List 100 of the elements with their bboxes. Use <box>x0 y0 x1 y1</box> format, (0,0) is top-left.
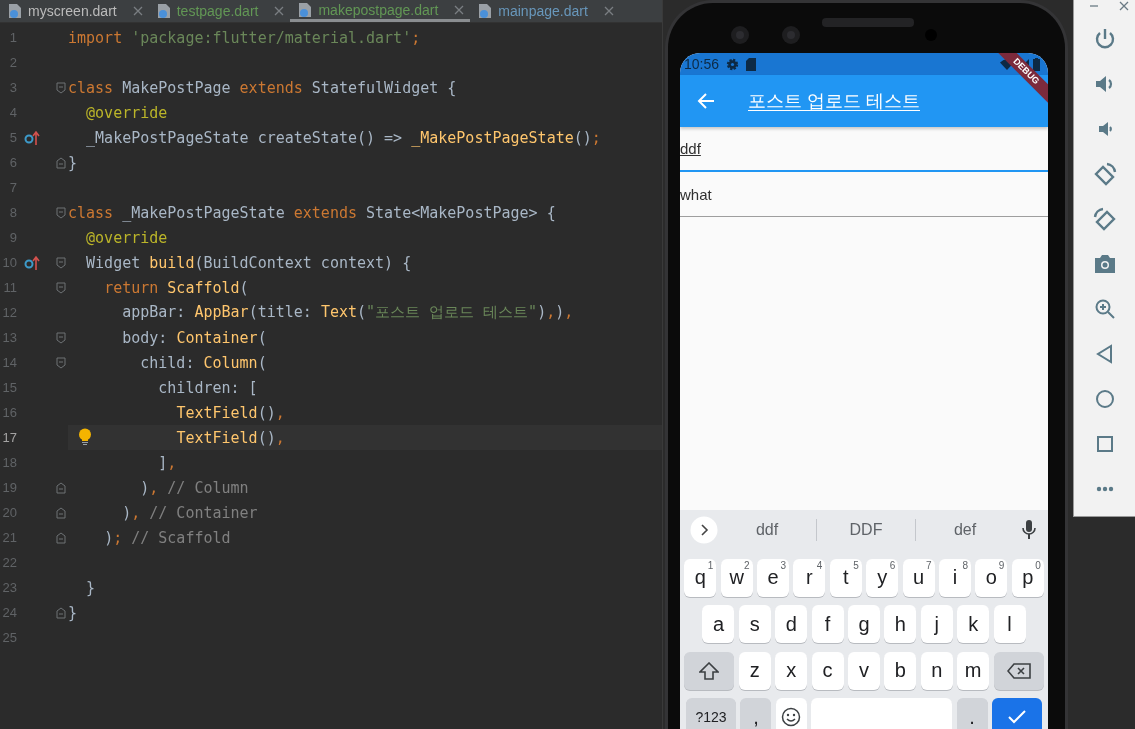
key-hint: 9 <box>998 559 1005 571</box>
keyboard-key[interactable]: t 5 <box>829 558 862 597</box>
code-line: Widget build(BuildContext context) { <box>86 253 412 272</box>
keyboard-key[interactable] <box>684 651 735 690</box>
code-line: return Scaffold( <box>104 278 249 297</box>
keyboard-key[interactable]: a <box>702 605 735 643</box>
microphone-icon[interactable] <box>1022 520 1036 540</box>
line-number: 5 <box>8 130 17 145</box>
keyboard-key[interactable]: f <box>811 605 844 643</box>
gear-icon <box>726 57 740 71</box>
rotate-right-icon[interactable] <box>1092 207 1117 231</box>
code-line: _MakePostPageState createState() => _MakePostPageState(); <box>86 128 601 147</box>
line-number: 7 <box>8 180 17 195</box>
keyboard-key[interactable]: d <box>775 605 808 643</box>
keyboard-key[interactable]: n <box>920 651 953 690</box>
code-line: } <box>86 578 96 597</box>
editor-tab[interactable]: myscreen.dart <box>0 0 149 22</box>
dart-file-icon <box>478 3 493 19</box>
line-number: 23 <box>1 580 17 595</box>
line-number: 22 <box>1 555 17 570</box>
keyboard-key[interactable]: s <box>738 605 771 643</box>
keyboard-key[interactable]: j <box>920 605 953 643</box>
keyboard-key[interactable]: r 4 <box>793 558 826 597</box>
close-icon[interactable] <box>603 6 614 16</box>
keyboard-key[interactable]: c <box>811 651 844 690</box>
keyboard-key[interactable]: . <box>956 698 988 729</box>
key-hint: 8 <box>962 559 968 571</box>
line-number: 10 <box>1 255 17 270</box>
line-number: 21 <box>1 530 17 545</box>
keyboard-key[interactable]: g <box>848 605 880 643</box>
keyboard-key[interactable]: l <box>993 605 1026 643</box>
keyboard-key[interactable]: x <box>775 651 808 690</box>
backspace-icon <box>1006 662 1031 679</box>
suggestion[interactable]: def <box>953 521 977 538</box>
code-line: import 'package:flutter/material.dart'; <box>68 28 421 47</box>
dart-file-icon <box>156 3 171 19</box>
line-number: 6 <box>8 155 17 170</box>
shift-icon <box>699 661 720 680</box>
line-number: 15 <box>1 380 17 395</box>
dart-file-icon <box>8 3 22 19</box>
keyboard-key[interactable]: m <box>957 651 990 690</box>
close-icon[interactable] <box>1118 1 1129 11</box>
keyboard-key[interactable]: v <box>848 651 880 690</box>
line-number: 4 <box>8 105 17 120</box>
line-number: 8 <box>8 205 17 220</box>
keyboard-key[interactable]: ?123 <box>686 698 736 729</box>
keyboard-key[interactable]: , <box>740 698 772 729</box>
code-line: ), // Column <box>140 478 249 497</box>
close-icon[interactable] <box>454 4 465 15</box>
code-line: class MakePostPage extends StatefulWidget { <box>68 78 457 97</box>
code-line: TextField(), <box>176 403 285 422</box>
suggestion[interactable]: ddf <box>755 521 779 538</box>
code-line: ), // Container <box>122 503 258 522</box>
text-field[interactable]: what <box>680 172 1048 217</box>
line-number: 13 <box>1 330 17 345</box>
keyboard-key[interactable]: b <box>884 651 917 690</box>
line-number: 1 <box>8 30 17 45</box>
key-hint: 2 <box>744 559 750 571</box>
suggestion[interactable]: DDF <box>849 521 883 538</box>
key-hint: 4 <box>816 559 823 571</box>
keyboard-key[interactable] <box>993 651 1044 690</box>
rotate-left-icon[interactable] <box>1092 162 1117 186</box>
line-number: 20 <box>1 505 17 520</box>
keyboard-key[interactable]: h <box>884 605 917 643</box>
key-hint: 1 <box>707 559 714 571</box>
text-field[interactable]: ddf <box>680 127 1048 172</box>
code-line: child: Column( <box>140 353 267 372</box>
code-line: children: [ <box>158 378 258 397</box>
code-line: ], <box>158 453 177 472</box>
app-bar-title: 포스트 업로드 테스트 <box>748 90 920 113</box>
sd-card-icon <box>746 57 757 71</box>
line-number: 24 <box>1 605 17 620</box>
line-number: 16 <box>1 405 17 420</box>
keyboard-key[interactable]: i 8 <box>938 558 971 597</box>
checkmark-icon <box>1007 710 1026 724</box>
close-icon[interactable] <box>132 6 143 16</box>
line-number: 19 <box>1 480 17 495</box>
code-line: TextField(), <box>176 428 285 447</box>
key-hint: 7 <box>926 559 932 571</box>
line-number: 18 <box>1 455 17 470</box>
keyboard-key[interactable]: k <box>957 605 990 643</box>
code-line: ); // Scaffold <box>104 528 231 547</box>
code-line: appBar: AppBar(title: Text("포스트 업로드 테스트"),), <box>122 303 574 322</box>
line-number: 11 <box>2 280 17 295</box>
keyboard-key[interactable]: z <box>738 651 771 690</box>
line-number: 9 <box>8 230 17 245</box>
line-number: 17 <box>1 430 17 445</box>
back-arrow-icon[interactable] <box>697 92 715 110</box>
code-line: @override <box>86 228 168 247</box>
smiley-icon <box>781 707 802 727</box>
chevron-right-icon[interactable] <box>690 516 718 544</box>
keyboard-key[interactable] <box>775 698 807 729</box>
camera-icon[interactable] <box>1092 252 1117 276</box>
key-hint: 5 <box>853 559 859 571</box>
line-number: 2 <box>8 55 17 70</box>
code-line: } <box>68 603 78 622</box>
dart-file-icon <box>298 1 313 18</box>
line-number: 3 <box>8 80 17 95</box>
code-line: @override <box>86 103 168 122</box>
close-icon[interactable] <box>274 6 285 16</box>
